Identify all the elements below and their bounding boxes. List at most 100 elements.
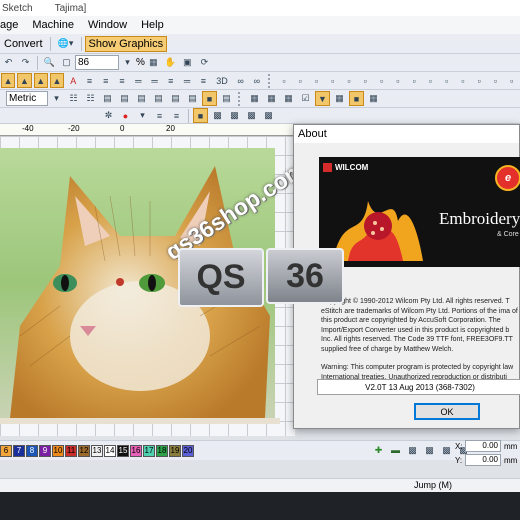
color-swatch[interactable]: 19 — [169, 444, 181, 457]
node-icon[interactable]: ▫ — [488, 73, 502, 88]
3d-icon[interactable]: 3D — [212, 73, 231, 88]
stitch-icon[interactable]: ≡ — [152, 108, 167, 123]
node-icon[interactable]: ▫ — [456, 73, 470, 88]
menu-machine[interactable]: Machine — [25, 19, 81, 31]
units-select[interactable]: Metric — [6, 91, 48, 106]
transform-icon[interactable]: ☷ — [83, 91, 98, 106]
layout-icon[interactable]: ▦ — [332, 91, 347, 106]
refresh-icon[interactable]: ⟳ — [197, 55, 212, 70]
align-icon[interactable]: ▤ — [134, 91, 149, 106]
align-icon[interactable]: ▤ — [117, 91, 132, 106]
stitch-icon[interactable]: ≡ — [196, 73, 210, 88]
x-field[interactable]: 0.00 — [465, 440, 501, 452]
view-icon[interactable]: ▣ — [180, 55, 195, 70]
shape-icon[interactable]: ▲ — [33, 73, 48, 88]
fabric-icon[interactable]: ▩ — [244, 108, 259, 123]
node-icon[interactable]: ▫ — [472, 73, 486, 88]
menu-arrange[interactable]: age — [0, 19, 25, 31]
align-icon[interactable]: ▤ — [151, 91, 166, 106]
shape-icon[interactable]: ▲ — [1, 73, 16, 88]
undo-icon[interactable]: ↶ — [1, 55, 16, 70]
stitch-icon[interactable]: ≡ — [115, 73, 129, 88]
node-icon[interactable]: ▫ — [391, 73, 405, 88]
lettering-icon[interactable]: A — [66, 73, 80, 88]
thread-icon[interactable]: ▩ — [405, 443, 420, 458]
checkbox-icon[interactable]: ☑ — [298, 91, 313, 106]
node-icon[interactable]: ▫ — [342, 73, 356, 88]
color-swatch[interactable]: 18 — [156, 444, 168, 457]
align-icon[interactable]: ▤ — [185, 91, 200, 106]
grip[interactable] — [267, 73, 273, 88]
node-icon[interactable]: ▫ — [326, 73, 340, 88]
redo-icon[interactable]: ↷ — [18, 55, 33, 70]
ok-button[interactable]: OK — [414, 403, 480, 420]
node-icon[interactable]: ▫ — [374, 73, 388, 88]
chevron-down-icon[interactable]: ▾ — [120, 55, 135, 70]
design-canvas[interactable]: qs36shop.com QS — [0, 136, 310, 436]
stitch-icon[interactable]: ═ — [131, 73, 145, 88]
thread-icon[interactable]: ▩ — [422, 443, 437, 458]
y-field[interactable]: 0.00 — [465, 454, 501, 466]
grip[interactable] — [238, 91, 243, 106]
layout-icon[interactable]: ▦ — [366, 91, 381, 106]
color-swatch[interactable]: 11 — [65, 444, 77, 457]
shape-icon[interactable]: ▲ — [17, 73, 32, 88]
zoom-field[interactable]: 86 — [75, 55, 119, 70]
stitch-icon[interactable]: ≡ — [82, 73, 96, 88]
node-icon[interactable]: ▫ — [407, 73, 421, 88]
record-icon[interactable]: ● — [118, 108, 133, 123]
layout-icon[interactable]: ▦ — [281, 91, 296, 106]
fabric-icon[interactable]: ■ — [193, 108, 208, 123]
convert-button[interactable]: Convert — [0, 38, 47, 50]
layout-icon[interactable]: ▦ — [247, 91, 262, 106]
stitch-icon[interactable]: ═ — [147, 73, 161, 88]
node-icon[interactable]: ▫ — [439, 73, 453, 88]
node-icon[interactable]: ▫ — [423, 73, 437, 88]
shape-icon[interactable]: ▲ — [49, 73, 65, 88]
color-swatch[interactable]: 20 — [182, 444, 194, 457]
node-icon[interactable]: ▫ — [505, 73, 519, 88]
stitch-icon[interactable]: ≡ — [169, 108, 184, 123]
color-swatch[interactable]: 13 — [91, 444, 103, 457]
zoom-icon[interactable]: 🔍 — [42, 55, 57, 70]
color-swatch[interactable]: 9 — [39, 444, 51, 457]
color-swatch[interactable]: 8 — [26, 444, 38, 457]
thread-icon[interactable]: ▩ — [439, 443, 454, 458]
menu-help[interactable]: Help — [134, 19, 171, 31]
color-swatch[interactable]: 6 — [0, 444, 12, 457]
zoom-box-icon[interactable]: ▢ — [59, 55, 74, 70]
show-graphics-button[interactable]: Show Graphics — [84, 35, 168, 52]
menu-window[interactable]: Window — [81, 19, 134, 31]
link-icon[interactable]: ∞ — [250, 73, 264, 88]
chevron-down-icon[interactable]: ▾ — [135, 108, 150, 123]
globe-icon[interactable]: 🌐▾ — [55, 36, 77, 51]
color-swatch[interactable]: 14 — [104, 444, 116, 457]
chevron-down-icon[interactable]: ▾ — [49, 91, 64, 106]
add-icon[interactable]: ✚ — [371, 443, 386, 458]
transform-icon[interactable]: ☷ — [66, 91, 81, 106]
link-icon[interactable]: ∞ — [233, 73, 247, 88]
node-icon[interactable]: ▫ — [309, 73, 323, 88]
stitch-icon[interactable]: ≡ — [164, 73, 178, 88]
pan-icon[interactable]: ✋ — [163, 55, 178, 70]
layout-icon[interactable]: ▦ — [264, 91, 279, 106]
align-icon[interactable]: ▤ — [168, 91, 183, 106]
node-icon[interactable]: ▫ — [358, 73, 372, 88]
fabric-icon[interactable]: ▩ — [227, 108, 242, 123]
stitch-icon[interactable]: ═ — [180, 73, 194, 88]
select-icon[interactable]: ■ — [202, 91, 217, 106]
align-icon[interactable]: ▤ — [219, 91, 234, 106]
color-swatch[interactable]: 17 — [143, 444, 155, 457]
grid-icon[interactable]: ▦ — [146, 55, 161, 70]
remove-icon[interactable]: ▬ — [388, 443, 403, 458]
color-swatch[interactable]: 10 — [52, 444, 64, 457]
fabric-icon[interactable]: ▩ — [261, 108, 276, 123]
color-swatch[interactable]: 16 — [130, 444, 142, 457]
color-swatch[interactable]: 7 — [13, 444, 25, 457]
color-swatch[interactable]: 12 — [78, 444, 90, 457]
node-icon[interactable]: ▫ — [293, 73, 307, 88]
fabric-icon[interactable]: ▩ — [210, 108, 225, 123]
select-icon[interactable]: ■ — [349, 91, 364, 106]
pin-icon[interactable]: ▼ — [315, 91, 330, 106]
color-swatch[interactable]: 15 — [117, 444, 129, 457]
